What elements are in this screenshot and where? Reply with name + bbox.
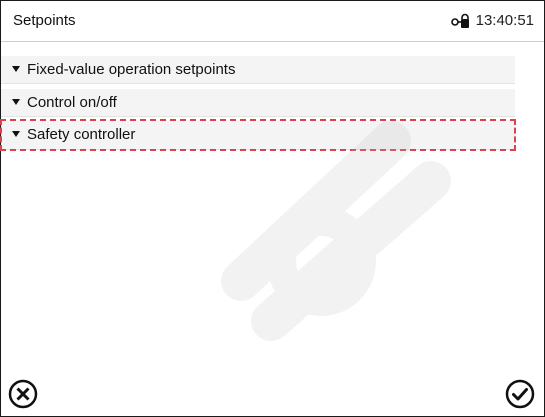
setpoints-screen: Setpoints 13:40:51 Fixed-value operation… bbox=[0, 0, 545, 417]
chevron-down-icon bbox=[12, 99, 20, 105]
menu-item-label: Safety controller bbox=[27, 126, 136, 143]
menu-item-fixed-value-operation-setpoints[interactable]: Fixed-value operation setpoints bbox=[1, 56, 515, 84]
chevron-down-icon bbox=[12, 66, 20, 72]
menu-item-label: Control on/off bbox=[27, 94, 117, 111]
menu-item-safety-controller[interactable]: Safety controller bbox=[0, 119, 516, 151]
menu-item-control-on-off[interactable]: Control on/off bbox=[1, 89, 515, 117]
clock-time: 13:40:51 bbox=[475, 12, 534, 29]
chevron-down-icon bbox=[12, 131, 20, 137]
check-circle-icon[interactable] bbox=[504, 378, 536, 410]
status-area: 13:40:51 bbox=[450, 12, 534, 29]
close-circle-icon[interactable] bbox=[7, 378, 39, 410]
menu-item-label: Fixed-value operation setpoints bbox=[27, 61, 236, 78]
lock-icon bbox=[450, 13, 469, 28]
footer-bar bbox=[1, 372, 544, 416]
page-title: Setpoints bbox=[13, 12, 76, 29]
title-bar: Setpoints 13:40:51 bbox=[1, 1, 544, 42]
